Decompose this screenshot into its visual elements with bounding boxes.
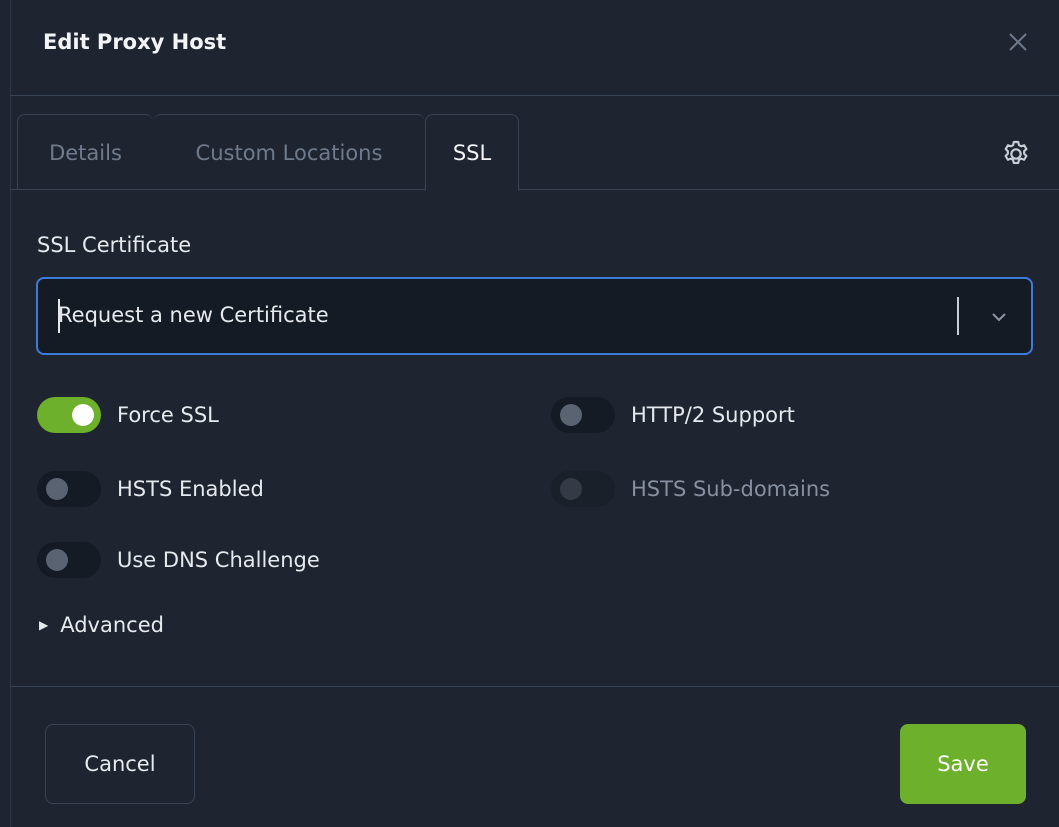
http2-support-switch[interactable] (551, 397, 615, 433)
hsts-subdomains-label: HSTS Sub-domains (631, 477, 831, 501)
tab-label: SSL (452, 140, 492, 165)
dns-challenge-label: Use DNS Challenge (117, 548, 320, 572)
hsts-subdomains-switch (551, 471, 615, 507)
tab-details[interactable]: Details (17, 114, 153, 190)
advanced-expander[interactable]: ▶ Advanced (39, 613, 164, 637)
dns-challenge-switch[interactable] (37, 542, 101, 578)
http2-support-toggle[interactable]: HTTP/2 Support (551, 397, 795, 433)
close-icon[interactable] (1004, 28, 1032, 56)
http2-support-label: HTTP/2 Support (631, 403, 795, 427)
modal-title: Edit Proxy Host (43, 30, 227, 54)
ssl-certificate-select[interactable]: Request a new Certificate (36, 277, 1033, 355)
modal-footer: Cancel Save (11, 686, 1059, 827)
hsts-subdomains-toggle: HSTS Sub-domains (551, 471, 830, 507)
advanced-label: Advanced (60, 613, 164, 637)
hsts-enabled-switch[interactable] (37, 471, 101, 507)
triangle-right-icon: ▶ (39, 618, 49, 632)
hsts-enabled-toggle[interactable]: HSTS Enabled (37, 471, 264, 507)
modal-header: Edit Proxy Host (11, 0, 1059, 96)
hsts-enabled-label: HSTS Enabled (117, 477, 264, 501)
tab-label: Custom Locations (195, 140, 383, 165)
tab-ssl[interactable]: SSL (425, 114, 519, 191)
force-ssl-switch[interactable] (37, 397, 101, 433)
select-separator (957, 297, 959, 335)
ssl-certificate-value: Request a new Certificate (58, 303, 329, 327)
edit-proxy-host-modal: Edit Proxy Host Details Custom Locations… (10, 0, 1059, 827)
force-ssl-toggle[interactable]: Force SSL (37, 397, 219, 433)
tab-label: Details (49, 140, 122, 165)
chevron-down-icon[interactable] (987, 305, 1011, 329)
tab-bar: Details Custom Locations SSL (11, 96, 1059, 191)
cancel-button[interactable]: Cancel (45, 724, 195, 804)
force-ssl-label: Force SSL (117, 403, 219, 427)
ssl-certificate-label: SSL Certificate (37, 233, 192, 257)
gear-icon[interactable] (1000, 138, 1032, 170)
save-button[interactable]: Save (900, 724, 1026, 804)
tab-custom-locations[interactable]: Custom Locations (153, 114, 425, 190)
dns-challenge-toggle[interactable]: Use DNS Challenge (37, 542, 320, 578)
